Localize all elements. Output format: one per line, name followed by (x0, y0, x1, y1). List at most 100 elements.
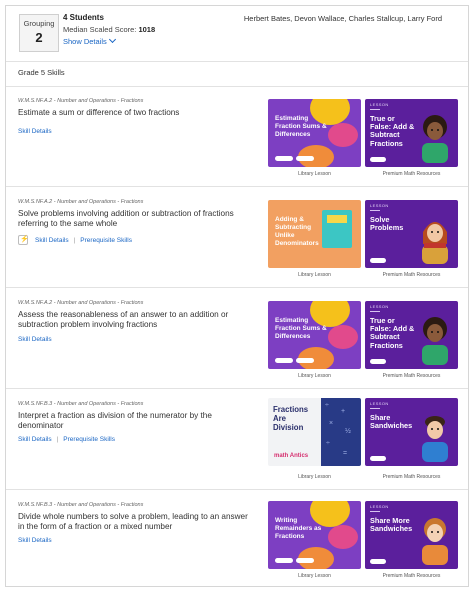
resource-title: Share Sandwiches (370, 413, 413, 431)
library-lesson-card[interactable]: Estimating Fraction Sums & Differences (268, 99, 361, 167)
grouping-number: 2 (35, 30, 43, 45)
lesson-tag: LESSON (370, 504, 389, 509)
show-details-toggle[interactable]: Show Details (63, 35, 116, 46)
skill-row: W.M.S.NF.A.2 - Number and Operations - F… (6, 188, 468, 288)
skill-details-link[interactable]: Skill Details (18, 128, 52, 135)
median-label: Median Scaled Score: (63, 25, 137, 34)
skill-row: W.M.S.NF.B.3 - Number and Operations - F… (6, 491, 468, 586)
decorative-blob (328, 525, 358, 549)
decorative-blob (328, 123, 358, 147)
student-character-illustration (422, 317, 448, 365)
skill-links: Skill Details | Prerequisite Skills (18, 235, 132, 245)
prerequisite-skills-link[interactable]: Prerequisite Skills (63, 436, 115, 443)
library-lesson-title: Estimating Fraction Sums & Differences (275, 115, 327, 138)
skill-title: Interpret a fraction as division of the … (18, 411, 212, 430)
skill-details-link[interactable]: Skill Details (35, 237, 69, 244)
lesson-tag: LESSON (370, 401, 389, 406)
student-character-illustration (422, 416, 448, 462)
resource-title: True or False: Add & Subtract Fractions (370, 114, 415, 148)
prerequisite-skills-link[interactable]: Prerequisite Skills (80, 237, 132, 244)
skill-code: W.M.S.NF.A.2 - Number and Operations - F… (18, 98, 144, 104)
skill-code: W.M.S.NF.B.3 - Number and Operations - F… (18, 401, 144, 407)
library-lesson-caption: Library Lesson (298, 171, 331, 177)
library-lesson-caption: Library Lesson (298, 272, 331, 278)
premium-resource-card[interactable]: LESSON True or False: Add & Subtract Fra… (365, 99, 458, 167)
lesson-tag: LESSON (370, 304, 389, 309)
skill-details-link[interactable]: Skill Details (18, 537, 52, 544)
brand-logo (370, 157, 386, 162)
premium-resource-caption: Premium Math Resources (382, 474, 441, 480)
premium-resource-card[interactable]: LESSON Solve Problems (365, 200, 458, 268)
skill-title: Assess the reasonableness of an answer t… (18, 310, 229, 329)
student-character-illustration (422, 115, 448, 163)
library-lesson-title: Estimating Fraction Sums & Differences (275, 317, 327, 340)
chevron-down-icon (108, 35, 116, 44)
divider (370, 311, 380, 312)
skill-code: W.M.S.NF.A.2 - Number and Operations - F… (18, 300, 144, 306)
lightning-icon[interactable] (18, 235, 29, 245)
resource-title: True or False: Add & Subtract Fractions (370, 316, 415, 350)
skill-title: Solve problems involving addition or sub… (18, 209, 234, 228)
premium-resource-card[interactable]: LESSON Share More Sandwiches (365, 501, 458, 569)
partner-logos (275, 156, 317, 161)
grade-label: Grade 5 Skills (18, 68, 65, 77)
library-lesson-card[interactable]: Fractions Are Division math Antics ÷ + × ½… (268, 398, 361, 466)
premium-resource-card[interactable]: LESSON True or False: Add & Subtract Fra… (365, 301, 458, 369)
student-character-illustration (422, 222, 448, 264)
lesson-tag: LESSON (370, 102, 389, 107)
student-character-illustration (422, 518, 448, 565)
premium-resource-caption: Premium Math Resources (382, 171, 441, 177)
resource-title: Solve Problems (370, 215, 404, 233)
premium-resource-caption: Premium Math Resources (382, 373, 441, 379)
resource-title: Share More Sandwiches (370, 516, 413, 534)
divider (370, 408, 380, 409)
skill-links: Skill Details (18, 537, 52, 544)
partner-logos (275, 358, 317, 363)
skill-details-link[interactable]: Skill Details (18, 436, 52, 443)
skill-row: W.M.S.NF.A.2 - Number and Operations - F… (6, 289, 468, 389)
premium-resource-caption: Premium Math Resources (382, 573, 441, 579)
skill-details-link[interactable]: Skill Details (18, 336, 52, 343)
library-lesson-card[interactable]: Adding & Subtracting Unlike Denominators (268, 200, 361, 268)
grouping-header: Grouping 2 4 Students Median Scaled Scor… (6, 6, 468, 62)
grouping-panel: Grouping 2 4 Students Median Scaled Scor… (5, 5, 469, 587)
divider (370, 511, 380, 512)
library-lesson-caption: Library Lesson (298, 474, 331, 480)
median-value: 1018 (138, 25, 156, 34)
separator: | (73, 236, 76, 244)
math-antics-logo: math Antics (274, 453, 309, 459)
student-names: Herbert Bates, Devon Wallace, Charles St… (243, 14, 442, 23)
partner-logos (275, 558, 317, 563)
show-details-label: Show Details (63, 37, 107, 46)
library-lesson-card[interactable]: Estimating Fraction Sums & Differences (268, 301, 361, 369)
brand-logo (370, 559, 386, 564)
skill-title: Divide whole numbers to solve a problem,… (18, 512, 248, 531)
decorative-blob (328, 325, 358, 349)
premium-resource-card[interactable]: LESSON Share Sandwiches (365, 398, 458, 466)
skill-code: W.M.S.NF.B.3 - Number and Operations - F… (18, 502, 144, 508)
divider (370, 109, 380, 110)
grouping-badge: Grouping 2 (19, 14, 59, 52)
median-score: Median Scaled Score: 1018 (63, 25, 155, 34)
skill-code: W.M.S.NF.A.2 - Number and Operations - F… (18, 199, 144, 205)
library-lesson-caption: Library Lesson (298, 573, 331, 579)
divider (370, 210, 380, 211)
separator: | (56, 436, 59, 443)
brand-logo (370, 359, 386, 364)
library-lesson-title: Writing Remainders as Fractions (275, 517, 322, 540)
lesson-tag: LESSON (370, 203, 389, 208)
library-lesson-card[interactable]: Writing Remainders as Fractions (268, 501, 361, 569)
student-count: 4 Students (63, 13, 104, 22)
brand-logo (370, 456, 386, 461)
skill-title: Estimate a sum or difference of two frac… (18, 108, 180, 117)
skill-links: Skill Details | Prerequisite Skills (18, 436, 115, 443)
library-lesson-title: Adding & Subtracting Unlike Denominators (275, 216, 319, 247)
brand-logo (370, 258, 386, 263)
library-lesson-title: Fractions Are Division (273, 405, 309, 432)
skill-row: W.M.S.NF.B.3 - Number and Operations - F… (6, 390, 468, 490)
math-pattern-graphic: ÷ + × ½ ÷ = (321, 398, 361, 466)
skill-row: W.M.S.NF.A.2 - Number and Operations - F… (6, 87, 468, 187)
library-lesson-caption: Library Lesson (298, 373, 331, 379)
skill-links: Skill Details (18, 336, 52, 343)
grouping-label: Grouping (23, 19, 55, 28)
